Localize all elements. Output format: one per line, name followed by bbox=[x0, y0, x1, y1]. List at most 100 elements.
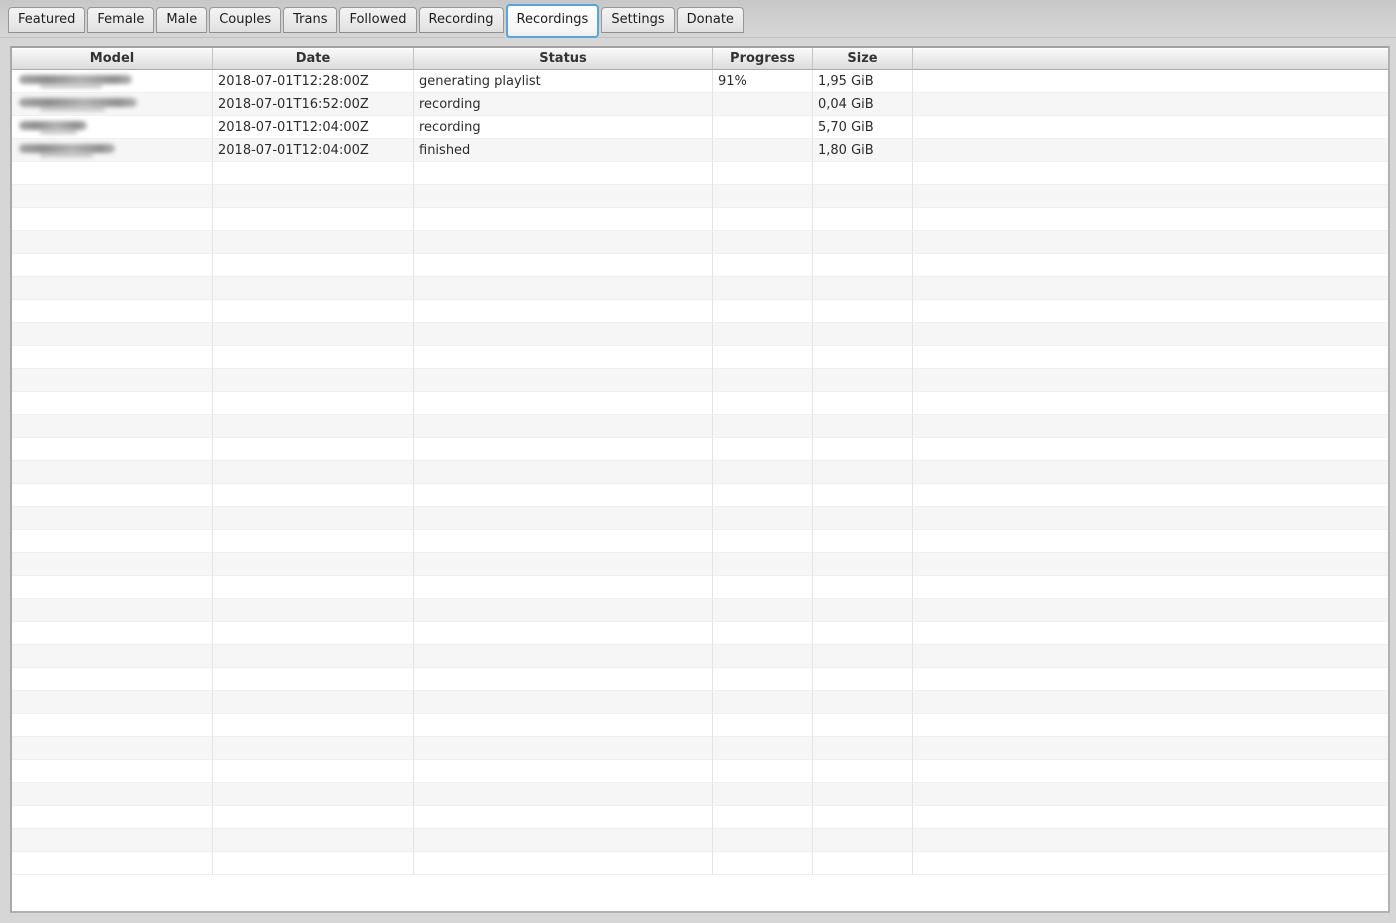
cell-status bbox=[414, 461, 713, 484]
tab-bar: Featured Female Male Couples Trans Followed Re… bbox=[0, 0, 1396, 38]
cell-progress bbox=[713, 300, 813, 323]
tab-settings[interactable]: Settings bbox=[601, 7, 675, 33]
tab-couples[interactable]: Couples bbox=[209, 7, 282, 33]
empty-row bbox=[12, 438, 1388, 461]
tab-male[interactable]: Male bbox=[156, 7, 208, 33]
cell-date bbox=[213, 300, 414, 323]
cell-model bbox=[12, 576, 213, 599]
cell-model bbox=[12, 300, 213, 323]
cell-date bbox=[213, 369, 414, 392]
cell-size bbox=[813, 300, 913, 323]
cell-progress bbox=[713, 277, 813, 300]
cell-status bbox=[414, 392, 713, 415]
cell-model bbox=[12, 70, 213, 93]
empty-row bbox=[12, 323, 1388, 346]
empty-row bbox=[12, 737, 1388, 760]
cell-model bbox=[12, 461, 213, 484]
cell-size bbox=[813, 438, 913, 461]
cell-model bbox=[12, 323, 213, 346]
cell-progress bbox=[713, 254, 813, 277]
table-row[interactable]: 2018-07-01T12:04:00Z recording 5,70 GiB bbox=[12, 116, 1388, 139]
cell-spacer bbox=[913, 254, 1388, 277]
tab-female[interactable]: Female bbox=[87, 7, 155, 33]
cell-size: 1,95 GiB bbox=[813, 70, 913, 93]
cell-progress bbox=[713, 392, 813, 415]
cell-status bbox=[414, 438, 713, 461]
cell-spacer bbox=[913, 737, 1388, 760]
cell-date bbox=[213, 852, 414, 875]
empty-row bbox=[12, 415, 1388, 438]
cell-spacer bbox=[913, 369, 1388, 392]
cell-date bbox=[213, 829, 414, 852]
cell-progress bbox=[713, 323, 813, 346]
table-body: 2018-07-01T12:28:00Z generating playlist 9… bbox=[12, 70, 1388, 875]
table-row[interactable]: 2018-07-01T12:28:00Z generating playlist 9… bbox=[12, 70, 1388, 93]
cell-size: 5,70 GiB bbox=[813, 116, 913, 139]
cell-spacer bbox=[913, 116, 1388, 139]
column-header-status[interactable]: Status bbox=[414, 48, 713, 70]
cell-date bbox=[213, 392, 414, 415]
tab-featured[interactable]: Featured bbox=[8, 7, 86, 33]
cell-size bbox=[813, 553, 913, 576]
cell-size bbox=[813, 346, 913, 369]
cell-spacer bbox=[913, 576, 1388, 599]
cell-spacer bbox=[913, 599, 1388, 622]
cell-spacer bbox=[913, 783, 1388, 806]
cell-size bbox=[813, 852, 913, 875]
cell-progress bbox=[713, 461, 813, 484]
cell-spacer bbox=[913, 484, 1388, 507]
cell-progress: 91% bbox=[713, 70, 813, 93]
cell-model bbox=[12, 737, 213, 760]
column-header-size[interactable]: Size bbox=[813, 48, 913, 70]
cell-progress bbox=[713, 806, 813, 829]
cell-spacer bbox=[913, 806, 1388, 829]
column-header-progress[interactable]: Progress bbox=[713, 48, 813, 70]
cell-status bbox=[414, 691, 713, 714]
empty-row bbox=[12, 553, 1388, 576]
cell-size bbox=[813, 783, 913, 806]
table-row[interactable]: 2018-07-01T16:52:00Z recording 0,04 GiB bbox=[12, 93, 1388, 116]
cell-status bbox=[414, 323, 713, 346]
tab-donate[interactable]: Donate bbox=[676, 7, 744, 33]
cell-progress bbox=[713, 645, 813, 668]
cell-spacer bbox=[913, 392, 1388, 415]
cell-progress bbox=[713, 668, 813, 691]
cell-status: recording bbox=[414, 93, 713, 116]
empty-row bbox=[12, 185, 1388, 208]
tab-recording[interactable]: Recording bbox=[418, 7, 504, 33]
cell-date bbox=[213, 438, 414, 461]
cell-date bbox=[213, 530, 414, 553]
cell-status bbox=[414, 714, 713, 737]
cell-spacer bbox=[913, 93, 1388, 116]
tab-trans[interactable]: Trans bbox=[283, 7, 338, 33]
cell-size bbox=[813, 760, 913, 783]
tab-followed[interactable]: Followed bbox=[339, 7, 417, 33]
cell-date bbox=[213, 760, 414, 783]
cell-spacer bbox=[913, 760, 1388, 783]
cell-size bbox=[813, 185, 913, 208]
cell-spacer bbox=[913, 461, 1388, 484]
cell-size bbox=[813, 231, 913, 254]
tab-recordings[interactable]: Recordings bbox=[505, 4, 600, 38]
cell-status bbox=[414, 300, 713, 323]
cell-status bbox=[414, 162, 713, 185]
empty-row bbox=[12, 691, 1388, 714]
cell-status bbox=[414, 760, 713, 783]
cell-model bbox=[12, 346, 213, 369]
cell-progress bbox=[713, 185, 813, 208]
cell-date bbox=[213, 208, 414, 231]
cell-status bbox=[414, 530, 713, 553]
cell-spacer bbox=[913, 645, 1388, 668]
cell-progress bbox=[713, 783, 813, 806]
column-header-date[interactable]: Date bbox=[213, 48, 414, 70]
cell-spacer bbox=[913, 530, 1388, 553]
table-row[interactable]: 2018-07-01T12:04:00Z finished 1,80 GiB bbox=[12, 139, 1388, 162]
column-header-model[interactable]: Model bbox=[12, 48, 213, 70]
cell-model bbox=[12, 369, 213, 392]
cell-date: 2018-07-01T12:28:00Z bbox=[213, 70, 414, 93]
recordings-table: Model Date Status Progress Size 2018-07-01T1… bbox=[10, 46, 1390, 913]
cell-status bbox=[414, 254, 713, 277]
empty-row bbox=[12, 530, 1388, 553]
cell-status bbox=[414, 783, 713, 806]
cell-model bbox=[12, 484, 213, 507]
